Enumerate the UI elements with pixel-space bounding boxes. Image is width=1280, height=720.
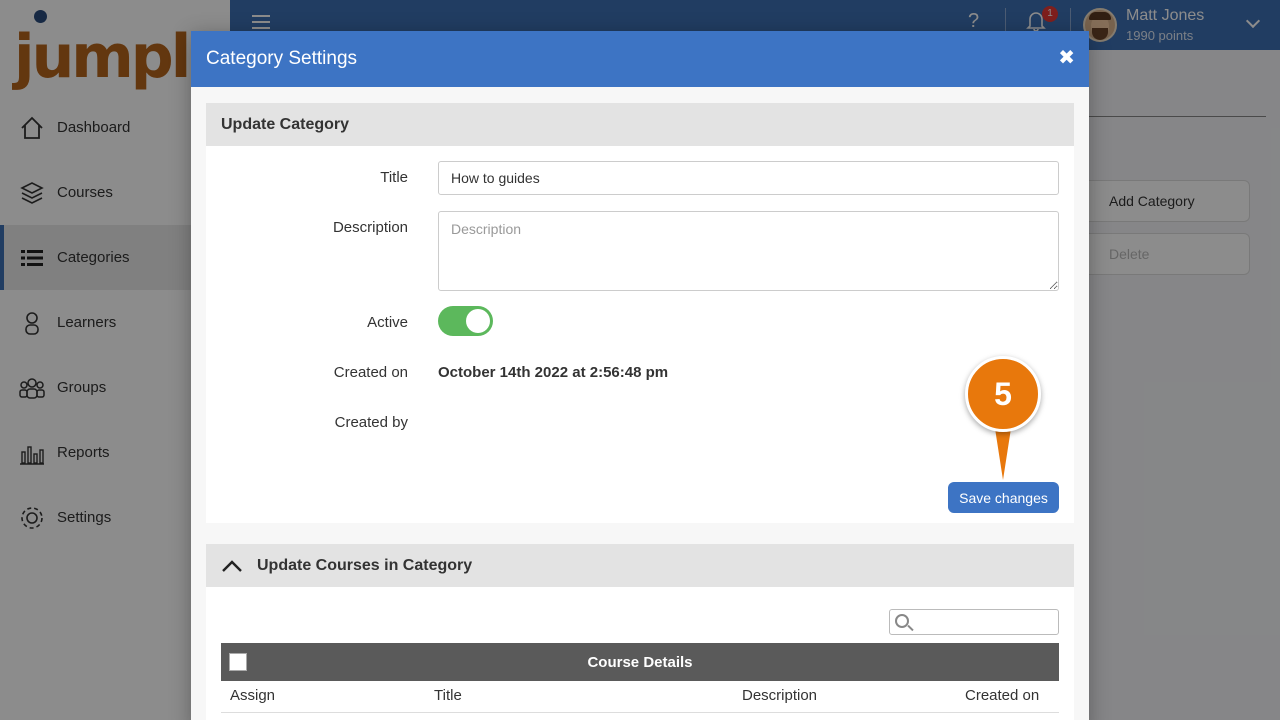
search-icon bbox=[895, 614, 909, 628]
chevron-up-icon[interactable] bbox=[221, 559, 243, 573]
column-title[interactable]: Title bbox=[434, 687, 462, 704]
search-input[interactable] bbox=[889, 609, 1059, 635]
select-all-checkbox[interactable] bbox=[229, 653, 247, 671]
panel-heading-label: Update Courses in Category bbox=[257, 556, 473, 574]
description-textarea[interactable] bbox=[438, 211, 1059, 291]
close-icon[interactable]: ✖ bbox=[1058, 45, 1075, 70]
save-changes-button[interactable]: Save changes bbox=[948, 482, 1059, 513]
update-courses-panel: Update Courses in Category Course Detail… bbox=[206, 544, 1074, 720]
active-toggle[interactable] bbox=[438, 306, 493, 336]
active-label: Active bbox=[367, 314, 408, 331]
update-category-panel: Update Category Title Description Active… bbox=[206, 103, 1074, 523]
column-description[interactable]: Description bbox=[742, 687, 817, 704]
title-label: Title bbox=[380, 169, 408, 186]
title-input[interactable] bbox=[438, 161, 1059, 195]
step-callout: 5 bbox=[965, 356, 1041, 480]
panel-heading[interactable]: Update Courses in Category bbox=[206, 544, 1074, 587]
column-created-on[interactable]: Created on bbox=[965, 687, 1039, 704]
table-title: Course Details bbox=[587, 653, 693, 671]
category-settings-modal: Category Settings ✖ Update Category Titl… bbox=[191, 31, 1089, 720]
created-by-label: Created by bbox=[334, 414, 408, 431]
table-header: Course Details bbox=[221, 643, 1059, 681]
created-on-value: October 14th 2022 at 2:56:48 pm bbox=[438, 364, 669, 381]
panel-heading: Update Category bbox=[206, 103, 1074, 146]
modal-header: Category Settings ✖ bbox=[191, 31, 1089, 87]
created-on-label: Created on bbox=[333, 364, 408, 381]
column-headers: Assign Title Description Created on bbox=[221, 681, 1059, 713]
column-assign[interactable]: Assign bbox=[230, 687, 275, 704]
description-label: Description bbox=[332, 219, 408, 236]
modal-title: Category Settings bbox=[206, 48, 358, 69]
callout-number: 5 bbox=[965, 356, 1041, 432]
